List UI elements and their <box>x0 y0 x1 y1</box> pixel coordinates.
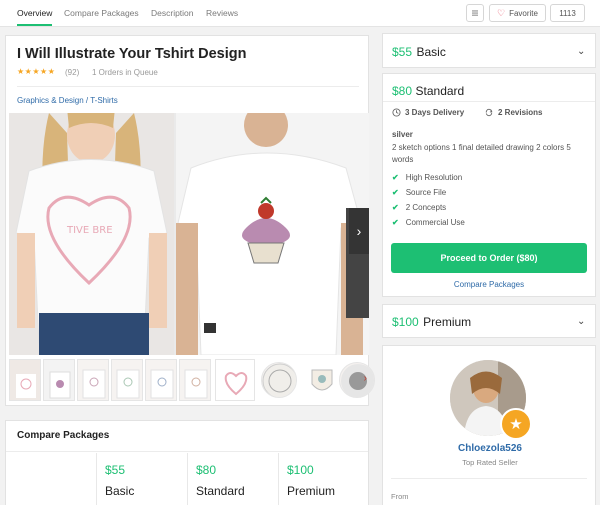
divider <box>391 478 587 479</box>
compare-premium-name: Premium <box>287 484 336 498</box>
compare-packages-title: Compare Packages <box>17 430 110 441</box>
divider <box>383 101 595 102</box>
compare-standard-name: Standard <box>196 484 245 498</box>
package-standard-name: Standard <box>415 84 465 98</box>
chevron-right-icon: › <box>356 223 362 239</box>
compare-column-premium <box>278 453 279 505</box>
compare-column-standard <box>187 453 188 505</box>
package-basic-price: $55 <box>392 45 413 59</box>
thumbnail[interactable] <box>304 362 340 398</box>
divider <box>17 86 359 87</box>
seller-level: Top Rated Seller <box>462 458 518 467</box>
feature-item: ✔ Commercial Use <box>392 218 465 227</box>
orders-in-queue: 1 Orders in Queue <box>92 68 158 77</box>
list-icon <box>472 10 478 16</box>
thumbnail-next-button[interactable]: › <box>364 373 367 384</box>
clock-icon <box>392 108 401 117</box>
divider <box>6 451 368 452</box>
gallery-next-button[interactable]: › <box>349 208 369 254</box>
heart-icon: ♡ <box>497 7 506 18</box>
feature-item: ✔ Source File <box>392 188 447 197</box>
thumbnail[interactable] <box>215 359 255 401</box>
package-premium-price: $100 <box>392 315 419 329</box>
feature-item: ✔ 2 Concepts <box>392 203 447 212</box>
gig-title: I Will Illustrate Your Tshirt Design <box>17 46 247 62</box>
star-badge-icon: ★ <box>500 408 532 440</box>
package-basic-name: Basic <box>416 45 446 59</box>
package-standard-header: $80 Standard <box>392 84 464 98</box>
package-premium-header: $100 Premium <box>392 313 471 331</box>
gallery-thumbnails: › <box>9 359 375 403</box>
tab-reviews[interactable]: Reviews <box>206 0 238 26</box>
breadcrumb[interactable]: Graphics & Design / T-Shirts <box>17 96 118 105</box>
thumbnail[interactable] <box>77 359 109 401</box>
favorite-count: 1113 <box>550 4 585 22</box>
rating-stars: ★★★★★ <box>17 67 56 76</box>
compare-basic-name: Basic <box>105 484 135 498</box>
package-basic-header: $55 Basic <box>392 43 446 61</box>
check-icon: ✔ <box>392 173 399 182</box>
proceed-to-order-button[interactable]: Proceed to Order ($80) <box>391 243 587 273</box>
package-tier: silver <box>392 130 413 139</box>
revisions: 2 Revisions <box>484 108 542 117</box>
favorite-label: Favorite <box>509 8 538 18</box>
refresh-icon <box>485 108 493 117</box>
favorite-button[interactable]: ♡ Favorite <box>489 4 546 22</box>
rating-count: (92) <box>65 68 80 77</box>
chevron-down-icon[interactable]: ⌄ <box>577 46 585 57</box>
check-icon: ✔ <box>392 218 399 227</box>
thumbnail[interactable] <box>43 359 75 401</box>
package-standard-price: $80 <box>392 84 413 98</box>
package-premium-name: Premium <box>423 315 472 329</box>
check-icon: ✔ <box>392 188 399 197</box>
tab-description[interactable]: Description <box>151 0 194 26</box>
compare-column-basic <box>96 453 97 505</box>
thumbnail[interactable] <box>145 359 177 401</box>
thumbnail[interactable] <box>261 362 297 398</box>
heart-artwork-text: TIVE BRE <box>66 225 113 236</box>
tab-compare-packages[interactable]: Compare Packages <box>64 0 139 26</box>
thumbnail[interactable] <box>179 359 211 401</box>
compare-standard-price: $80 <box>196 463 217 477</box>
thumbnail[interactable] <box>339 362 375 398</box>
thumbnail[interactable] <box>111 359 143 401</box>
tab-overview[interactable]: Overview <box>17 0 53 26</box>
compare-premium-price: $100 <box>287 463 314 477</box>
package-description: 2 sketch options 1 final detailed drawin… <box>392 143 571 164</box>
check-icon: ✔ <box>392 203 399 212</box>
gig-gallery[interactable]: TIVE BRE › <box>9 113 369 355</box>
thumbnail[interactable] <box>9 359 41 401</box>
compare-packages-link[interactable]: Compare Packages <box>391 280 587 289</box>
chevron-right-icon: › <box>363 373 367 384</box>
top-navigation: Overview Compare Packages Description Re… <box>0 0 600 27</box>
delivery-time: 3 Days Delivery <box>392 108 464 117</box>
chevron-down-icon[interactable]: ⌄ <box>577 316 585 327</box>
compare-basic-price: $55 <box>105 463 126 477</box>
seller-name[interactable]: Chloezola526 <box>390 443 590 454</box>
list-button[interactable] <box>466 4 484 22</box>
feature-item: ✔ High Resolution <box>392 173 463 182</box>
gallery-photo-heart-tshirt: TIVE BRE <box>9 113 174 355</box>
gallery-photo-cupcake-tshirt <box>176 113 369 355</box>
seller-from-label: From <box>391 492 409 501</box>
